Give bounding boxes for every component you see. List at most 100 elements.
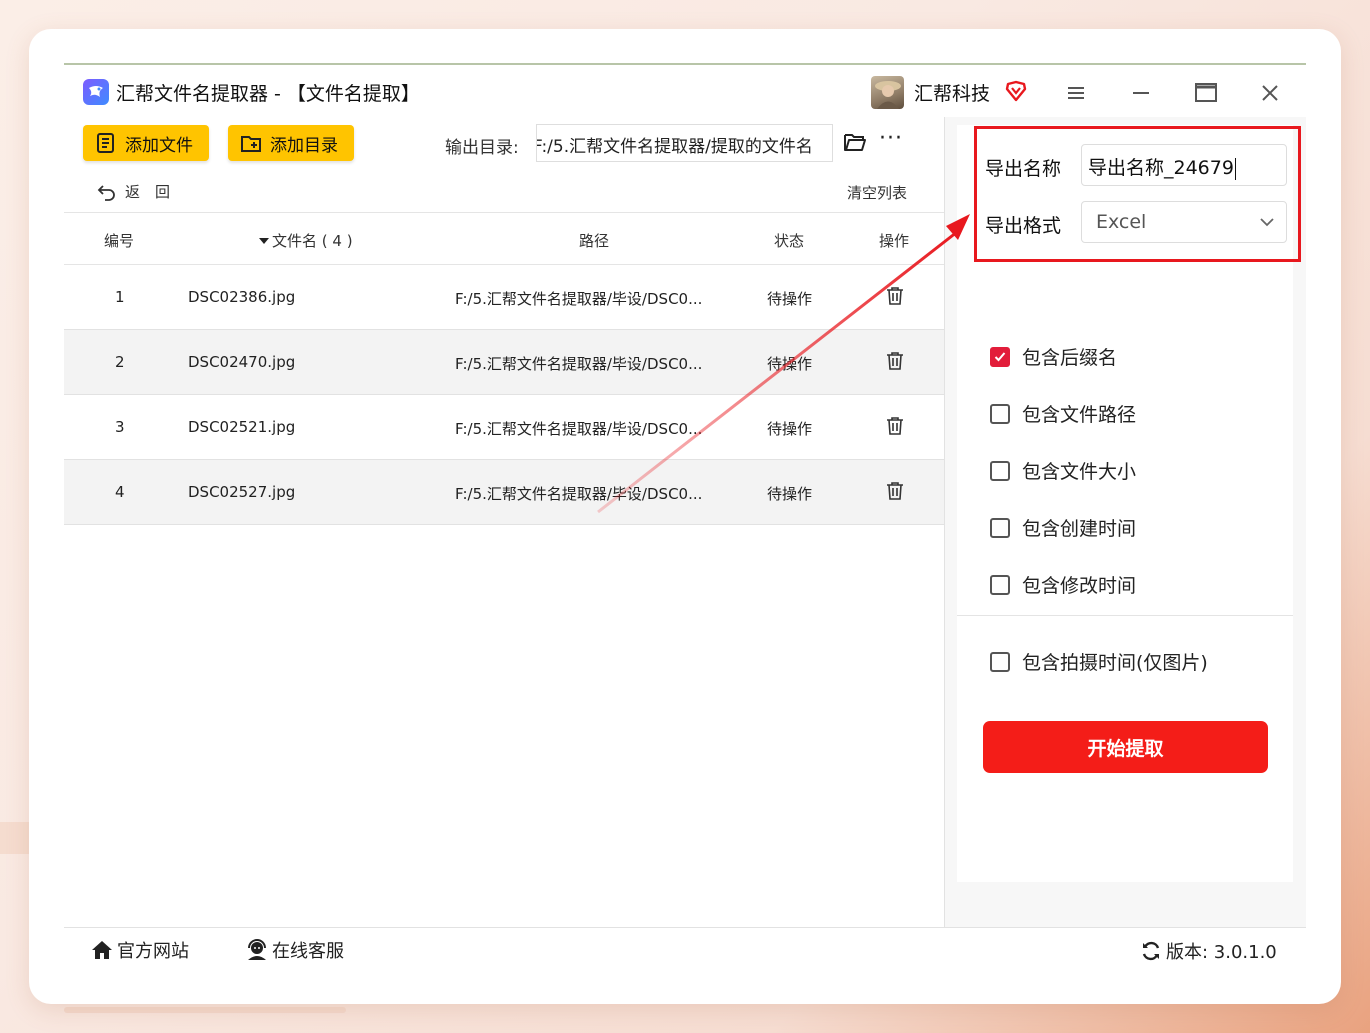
trash-icon (887, 482, 903, 500)
export-format-select[interactable]: Excel (1081, 201, 1287, 243)
checkbox[interactable] (990, 651, 1010, 672)
row-path: F:/5.汇帮文件名提取器/毕设/DSC0... (455, 290, 703, 308)
option-label: 包含后缀名 (1022, 347, 1118, 369)
close-icon (1262, 85, 1278, 101)
more-options-button[interactable]: ··· (879, 128, 903, 150)
settings-panel: 导出名称 导出名称_24679 导出格式 Excel 包含后缀名 包含文件路径 … (945, 117, 1306, 927)
header-filename[interactable]: 文件名 ( 4 ) (258, 230, 353, 251)
menu-icon (1068, 87, 1084, 99)
trash-icon (887, 287, 903, 305)
add-directory-button[interactable]: 添加目录 (228, 125, 354, 161)
output-dir-label: 输出目录: (445, 138, 519, 158)
row-status: 待操作 (767, 420, 813, 438)
checkbox[interactable] (990, 517, 1010, 538)
table-row[interactable]: 2 DSC02470.jpg F:/5.汇帮文件名提取器/毕设/DSC0... … (64, 330, 944, 395)
table-row[interactable]: 4 DSC02527.jpg F:/5.汇帮文件名提取器/毕设/DSC0... … (64, 460, 944, 525)
add-folder-icon (241, 136, 261, 152)
checkbox[interactable] (990, 574, 1010, 595)
option-label: 包含创建时间 (1022, 518, 1137, 540)
export-name-input[interactable]: 导出名称_24679 (1081, 144, 1287, 186)
trash-icon (887, 417, 903, 435)
options-divider (957, 615, 1293, 616)
footer: 官方网站 在线客服 版本: 3.0.1.0 (64, 927, 1306, 970)
row-status: 待操作 (767, 485, 813, 503)
table-row[interactable]: 1 DSC02386.jpg F:/5.汇帮文件名提取器/毕设/DSC0... … (64, 265, 944, 330)
header-status: 状态 (774, 232, 805, 250)
app-window: 汇帮文件名提取器 - 【文件名提取】 汇帮科技 添加文件 添加目录 输出目录: … (64, 63, 1306, 969)
export-name-value: 导出名称_24679 (1088, 157, 1234, 179)
row-filename: DSC02386.jpg (188, 288, 296, 306)
option-include-extension[interactable]: 包含后缀名 (990, 343, 1117, 370)
clear-list-button[interactable]: 清空列表 (847, 182, 907, 203)
undo-arrow-icon (97, 184, 115, 201)
output-dir-input[interactable]: F:/5.汇帮文件名提取器/提取的文件名 (536, 124, 833, 162)
header-filename-label: 文件名 ( 4 ) (272, 232, 353, 250)
add-directory-label: 添加目录 (270, 135, 338, 156)
website-label: 官方网站 (117, 941, 189, 962)
delete-row-button[interactable] (886, 351, 904, 375)
row-status: 待操作 (767, 290, 813, 308)
export-format-value: Excel (1096, 211, 1147, 233)
text-caret (1234, 157, 1236, 180)
background-bar (64, 1007, 346, 1013)
refresh-icon[interactable] (1140, 940, 1162, 962)
add-file-icon (97, 133, 114, 153)
option-label: 包含文件路径 (1022, 404, 1137, 426)
checkbox[interactable] (990, 403, 1010, 424)
option-include-created-time[interactable]: 包含创建时间 (990, 514, 1136, 541)
add-file-button[interactable]: 添加文件 (83, 125, 209, 161)
window-title: 汇帮文件名提取器 - 【文件名提取】 (116, 83, 420, 105)
official-website-link[interactable]: 官方网站 (90, 937, 189, 963)
row-path: F:/5.汇帮文件名提取器/毕设/DSC0... (455, 420, 703, 438)
version-info: 版本: 3.0.1.0 (1140, 938, 1277, 964)
option-label: 包含文件大小 (1022, 461, 1137, 483)
option-label: 包含修改时间 (1022, 575, 1137, 597)
option-include-modified-time[interactable]: 包含修改时间 (990, 571, 1136, 598)
title-bar: 汇帮文件名提取器 - 【文件名提取】 汇帮科技 (64, 65, 1306, 117)
delete-row-button[interactable] (886, 286, 904, 310)
close-button[interactable] (1253, 76, 1287, 110)
row-filename: DSC02470.jpg (188, 353, 296, 371)
option-include-size[interactable]: 包含文件大小 (990, 457, 1136, 484)
delete-row-button[interactable] (886, 481, 904, 505)
row-path: F:/5.汇帮文件名提取器/毕设/DSC0... (455, 355, 703, 373)
check-icon (994, 351, 1006, 361)
row-filename: DSC02527.jpg (188, 483, 296, 501)
header-path: 路径 (579, 232, 610, 250)
export-format-label: 导出格式 (985, 215, 1062, 237)
home-icon (92, 941, 112, 959)
row-index: 3 (115, 418, 125, 436)
folder-open-icon (844, 134, 866, 151)
table-header: 编号 文件名 ( 4 ) 路径 状态 操作 (64, 212, 944, 265)
support-label: 在线客服 (272, 941, 344, 962)
trash-icon (887, 352, 903, 370)
maximize-icon (1195, 83, 1217, 102)
option-include-capture-time[interactable]: 包含拍摄时间(仅图片) (990, 648, 1208, 675)
version-label: 版本: 3.0.1.0 (1166, 942, 1277, 963)
user-avatar[interactable] (871, 76, 904, 109)
support-agent-icon (248, 939, 266, 960)
checkbox-checked[interactable] (990, 346, 1010, 367)
start-extract-button[interactable]: 开始提取 (983, 721, 1268, 773)
row-filename: DSC02521.jpg (188, 418, 296, 436)
minimize-button[interactable] (1124, 76, 1158, 110)
row-index: 2 (115, 353, 125, 371)
online-support-link[interactable]: 在线客服 (245, 937, 344, 963)
header-action: 操作 (879, 232, 910, 250)
row-index: 4 (115, 483, 125, 501)
option-label: 包含拍摄时间(仅图片) (1022, 652, 1208, 674)
vip-diamond-icon[interactable] (1004, 79, 1028, 107)
browse-folder-button[interactable] (843, 131, 867, 157)
maximize-button[interactable] (1188, 76, 1222, 110)
menu-button[interactable] (1059, 76, 1093, 110)
row-status: 待操作 (767, 355, 813, 373)
minimize-icon (1133, 92, 1149, 94)
table-row[interactable]: 3 DSC02521.jpg F:/5.汇帮文件名提取器/毕设/DSC0... … (64, 395, 944, 460)
delete-row-button[interactable] (886, 416, 904, 440)
chevron-down-icon (1260, 218, 1274, 227)
back-button[interactable]: 返 回 (97, 181, 170, 202)
option-include-path[interactable]: 包含文件路径 (990, 400, 1136, 427)
row-index: 1 (115, 288, 125, 306)
checkbox[interactable] (990, 460, 1010, 481)
file-table: 编号 文件名 ( 4 ) 路径 状态 操作 1 DSC02386.jpg F:/… (64, 212, 944, 525)
